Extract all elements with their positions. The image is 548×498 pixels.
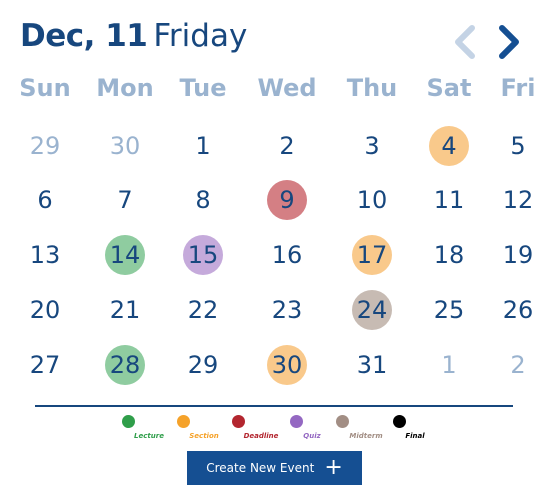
day-cell[interactable]: 19 — [498, 235, 538, 275]
day-cell[interactable]: 6 — [25, 180, 65, 220]
legend-dot-icon — [177, 415, 190, 428]
day-cell[interactable]: 8 — [183, 180, 223, 220]
legend-dot-icon — [336, 415, 349, 428]
legend-dot-icon — [122, 415, 135, 428]
day-cell-midterm[interactable]: 24 — [352, 290, 392, 330]
day-cell[interactable]: 31 — [352, 345, 392, 385]
legend-label: Lecture — [134, 432, 164, 440]
day-cell-section[interactable]: 4 — [429, 126, 469, 166]
day-cell[interactable]: 11 — [429, 180, 469, 220]
legend-label: Deadline — [243, 432, 279, 440]
legend-dot-icon — [393, 415, 406, 428]
day-cell[interactable]: 10 — [352, 180, 392, 220]
day-cell[interactable]: 1 — [183, 126, 223, 166]
day-cell-quiz[interactable]: 15 — [183, 235, 223, 275]
day-cell[interactable]: 3 — [352, 126, 392, 166]
day-cell[interactable]: 20 — [25, 290, 65, 330]
day-cell-deadline[interactable]: 9 — [267, 180, 307, 220]
day-cell[interactable]: 16 — [267, 235, 307, 275]
day-cell-section[interactable]: 30 — [267, 345, 307, 385]
day-cell[interactable]: 25 — [429, 290, 469, 330]
legend-label: Midterm — [349, 432, 383, 440]
day-cell[interactable]: 12 — [498, 180, 538, 220]
day-cell[interactable]: 29 — [25, 126, 65, 166]
day-cell[interactable]: 13 — [25, 235, 65, 275]
legend-label: Quiz — [303, 432, 321, 440]
event-legend: Lecture Section Deadline Quiz Midterm Final — [0, 412, 548, 442]
day-cell[interactable]: 7 — [105, 180, 145, 220]
legend-label: Final — [405, 432, 425, 440]
day-cell[interactable]: 2 — [267, 126, 307, 166]
day-cell[interactable]: 26 — [498, 290, 538, 330]
plus-icon: + — [324, 455, 343, 480]
day-cell-lecture[interactable]: 28 — [105, 345, 145, 385]
legend-label: Section — [189, 432, 219, 440]
calendar-grid: 29 30 1 2 3 4 5 6 7 8 9 10 11 12 13 14 15 16 17 18 19 20 21 22 2… — [0, 0, 548, 400]
day-cell[interactable]: 18 — [429, 235, 469, 275]
day-cell[interactable]: 23 — [267, 290, 307, 330]
day-cell-section[interactable]: 17 — [352, 235, 392, 275]
create-new-event-label: Create New Event — [206, 461, 315, 475]
day-cell[interactable]: 27 — [25, 345, 65, 385]
divider — [35, 405, 513, 407]
legend-dot-icon — [290, 415, 303, 428]
day-cell[interactable]: 21 — [105, 290, 145, 330]
day-cell[interactable]: 1 — [429, 345, 469, 385]
create-new-event-button[interactable]: Create New Event + — [187, 451, 362, 485]
day-cell[interactable]: 22 — [183, 290, 223, 330]
day-cell[interactable]: 30 — [105, 126, 145, 166]
day-cell[interactable]: 5 — [498, 126, 538, 166]
day-cell[interactable]: 2 — [498, 345, 538, 385]
day-cell[interactable]: 29 — [183, 345, 223, 385]
legend-dot-icon — [232, 415, 245, 428]
day-cell-lecture[interactable]: 14 — [105, 235, 145, 275]
